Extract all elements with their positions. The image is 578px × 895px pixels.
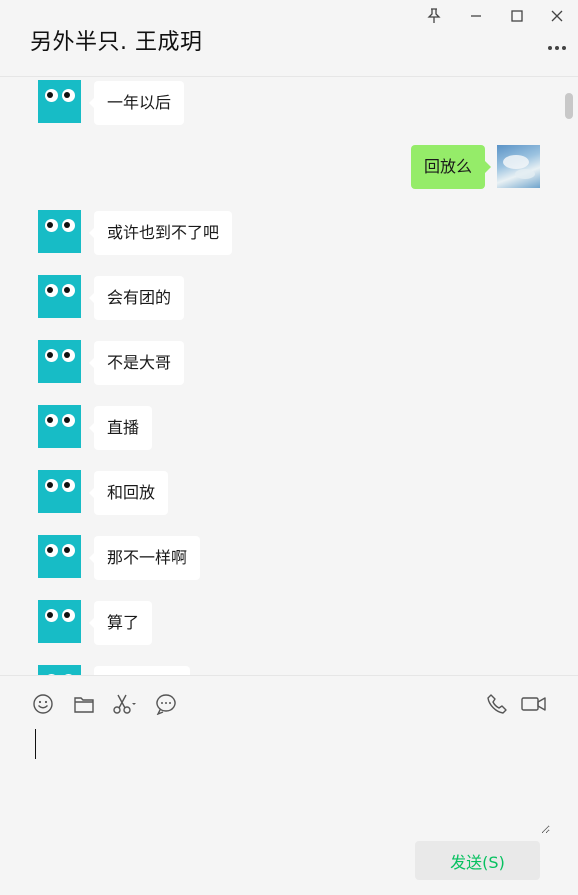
maximize-icon[interactable] <box>505 4 529 28</box>
more-options-icon[interactable] <box>544 38 570 58</box>
contact-avatar[interactable] <box>38 80 81 123</box>
message-bubble[interactable]: 直播 <box>88 406 153 450</box>
message-bubble[interactable]: 那不一样啊 <box>88 536 201 580</box>
message-row: 会有团的 <box>0 275 578 321</box>
message-bubble[interactable]: 一年以后 <box>88 81 185 125</box>
contact-avatar[interactable] <box>38 340 81 383</box>
compose-area: 发送(S) <box>0 675 578 895</box>
emoji-icon[interactable] <box>30 691 56 717</box>
message-row: 直播 <box>0 405 578 451</box>
message-bubble[interactable]: 会有团的 <box>88 276 185 320</box>
message-row-partial <box>0 665 578 675</box>
text-caret <box>35 729 36 759</box>
folder-icon[interactable] <box>71 691 97 717</box>
contact-avatar[interactable] <box>38 275 81 318</box>
message-row: 那不一样啊 <box>0 535 578 581</box>
chat-history-icon[interactable] <box>153 691 179 717</box>
video-icon[interactable] <box>520 691 548 717</box>
message-bubble[interactable]: 算了 <box>88 601 153 645</box>
close-icon[interactable] <box>545 4 569 28</box>
pin-icon[interactable] <box>422 4 446 28</box>
chat-header: 另外半只. 王成玥 <box>0 0 578 77</box>
message-row: 一年以后 <box>0 80 578 126</box>
message-bubble-outgoing[interactable]: 回放么 <box>410 145 492 189</box>
contact-avatar[interactable] <box>38 210 81 253</box>
self-avatar[interactable] <box>497 145 540 188</box>
phone-icon[interactable] <box>484 691 510 717</box>
contact-avatar[interactable] <box>38 470 81 513</box>
message-bubble[interactable]: 不是大哥 <box>88 341 185 385</box>
message-row: 和回放 <box>0 470 578 516</box>
message-bubble[interactable]: 或许也到不了吧 <box>88 211 233 255</box>
message-input[interactable] <box>30 724 550 834</box>
minimize-icon[interactable] <box>464 4 488 28</box>
message-row: 算了 <box>0 600 578 646</box>
contact-avatar[interactable] <box>38 535 81 578</box>
send-button[interactable]: 发送(S) <box>415 841 540 880</box>
chat-title: 另外半只. 王成玥 <box>30 30 203 55</box>
message-row: 或许也到不了吧 <box>0 210 578 256</box>
message-scrollbar[interactable] <box>565 93 573 119</box>
scissors-icon[interactable] <box>112 691 138 717</box>
message-row: 不是大哥 <box>0 340 578 386</box>
contact-avatar[interactable] <box>38 665 81 675</box>
message-row-outgoing: 回放么 <box>0 145 578 191</box>
message-list[interactable]: 一年以后 回放么 或许也到不了吧 会有团的 不是大哥 直播 和回放 那不一样啊 … <box>0 78 578 675</box>
message-bubble[interactable]: 和回放 <box>88 471 169 515</box>
contact-avatar[interactable] <box>38 405 81 448</box>
contact-avatar[interactable] <box>38 600 81 643</box>
chat-window: 另外半只. 王成玥 一年以后 回放么 或许也到不了吧 会有团的 不是大哥 直播 … <box>0 0 578 895</box>
message-bubble[interactable] <box>94 666 190 675</box>
